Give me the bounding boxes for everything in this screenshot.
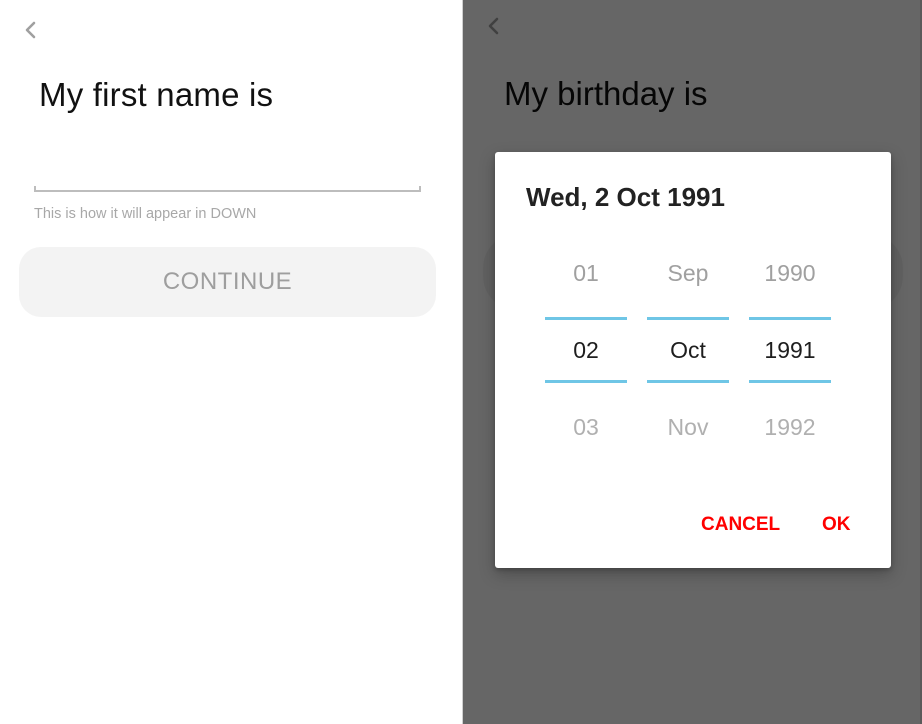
month-picker-column[interactable]: Sep Oct Nov (647, 248, 729, 478)
selection-line-top (545, 317, 627, 320)
first-name-screen: My first name is This is how it will app… (0, 0, 463, 724)
birthday-screen: My birthday is Wed, 2 Oct 1991 01 02 03 … (463, 0, 922, 724)
month-option-prev[interactable]: Sep (647, 260, 729, 287)
month-option-next[interactable]: Nov (647, 414, 729, 441)
selected-date-header: Wed, 2 Oct 1991 (526, 182, 725, 212)
selection-line-bottom (749, 380, 831, 383)
selection-line-top (647, 317, 729, 320)
helper-text: This is how it will appear in DOWN (34, 206, 257, 222)
day-option-next[interactable]: 03 (545, 414, 627, 441)
ok-button[interactable]: OK (822, 514, 851, 536)
continue-button[interactable]: CONTINUE (19, 247, 436, 317)
back-button[interactable] (18, 18, 42, 42)
input-underline-tick (419, 186, 421, 191)
selection-line-top (749, 317, 831, 320)
chevron-left-icon (25, 21, 36, 39)
selection-line-bottom (647, 380, 729, 383)
year-option-selected[interactable]: 1991 (749, 337, 831, 364)
day-option-selected[interactable]: 02 (545, 337, 627, 364)
date-picker-dialog: Wed, 2 Oct 1991 01 02 03 Sep Oct Nov 199… (495, 152, 891, 568)
page-title: My first name is (39, 76, 274, 113)
cancel-button[interactable]: CANCEL (701, 514, 780, 536)
year-option-prev[interactable]: 1990 (749, 260, 831, 287)
month-option-selected[interactable]: Oct (647, 337, 729, 364)
year-picker-column[interactable]: 1990 1991 1992 (749, 248, 831, 478)
input-underline-tick (34, 186, 36, 191)
first-name-input[interactable] (34, 150, 421, 192)
selection-line-bottom (545, 380, 627, 383)
year-option-next[interactable]: 1992 (749, 414, 831, 441)
day-option-prev[interactable]: 01 (545, 260, 627, 287)
day-picker-column[interactable]: 01 02 03 (545, 248, 627, 478)
